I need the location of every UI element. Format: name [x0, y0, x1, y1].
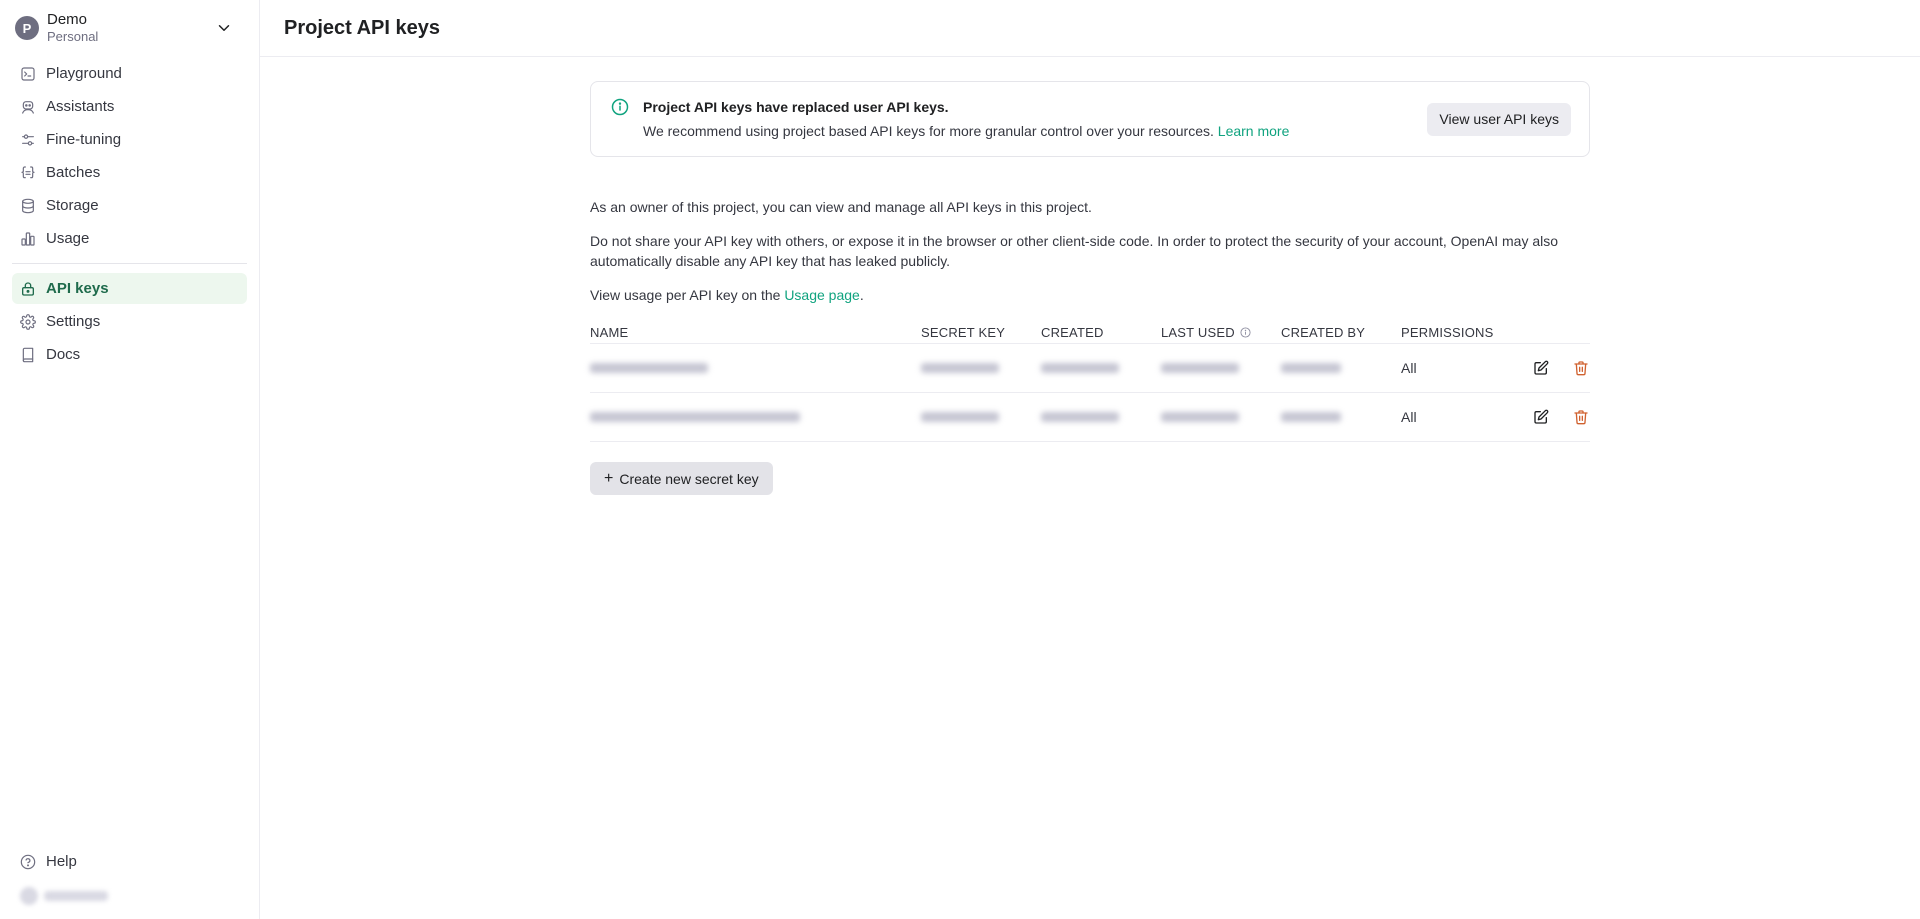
api-keys-table: NAME SECRET KEY CREATED LAST USED CREATE…	[590, 322, 1590, 442]
banner-body-text: We recommend using project based API key…	[643, 123, 1214, 139]
sidebar-item-label: Batches	[46, 164, 101, 181]
edit-icon[interactable]	[1532, 359, 1550, 377]
usage-info-text: View usage per API key on the Usage page…	[590, 285, 1590, 305]
sidebar-item-fine-tuning[interactable]: Fine-tuning	[12, 124, 247, 155]
sidebar-item-label: Fine-tuning	[46, 131, 122, 148]
chevron-down-icon[interactable]	[215, 19, 233, 37]
user-name-redacted	[44, 891, 108, 901]
user-profile[interactable]	[20, 885, 247, 907]
row-actions	[1506, 359, 1590, 377]
org-text: Demo Personal	[47, 11, 215, 45]
sidebar-item-label: Docs	[46, 346, 81, 363]
edit-icon[interactable]	[1532, 408, 1550, 426]
sidebar-item-playground[interactable]: Playground	[12, 58, 247, 89]
trash-icon[interactable]	[1572, 359, 1590, 377]
usage-page-link[interactable]: Usage page	[784, 287, 860, 303]
col-header-last-used: LAST USED	[1161, 325, 1281, 340]
view-user-api-keys-button[interactable]: View user API keys	[1427, 102, 1571, 136]
table-row: All	[590, 344, 1590, 393]
robot-icon	[20, 99, 36, 115]
content-area: Project API keys have replaced user API …	[590, 57, 1590, 495]
sidebar-item-storage[interactable]: Storage	[12, 190, 247, 221]
sidebar-item-label: Usage	[46, 230, 90, 247]
org-name: Demo	[47, 11, 88, 28]
sidebar-item-label: API keys	[46, 280, 109, 297]
bar-chart-icon	[20, 231, 36, 247]
sidebar-item-batches[interactable]: Batches	[12, 157, 247, 188]
terminal-icon	[20, 66, 36, 82]
info-icon	[611, 98, 629, 116]
trash-icon[interactable]	[1572, 408, 1590, 426]
security-warning-text: Do not share your API key with others, o…	[590, 233, 1559, 269]
sidebar-bottom: Help	[12, 846, 247, 919]
key-name-redacted	[590, 409, 921, 425]
book-icon	[20, 347, 36, 363]
banner-text: Project API keys have replaced user API …	[643, 99, 1427, 139]
sidebar-nav: Playground Assistants Fine-tuning Batche…	[0, 58, 259, 254]
last-used-redacted	[1161, 412, 1281, 422]
sidebar-item-label: Help	[46, 853, 77, 870]
row-actions	[1506, 408, 1590, 426]
created-date-redacted	[1041, 360, 1161, 376]
sidebar-item-settings[interactable]: Settings	[12, 306, 247, 337]
banner-title: Project API keys have replaced user API …	[643, 99, 949, 115]
plus-icon: +	[604, 469, 614, 487]
org-plan: Personal	[47, 29, 99, 44]
col-header-created: CREATED	[1041, 325, 1104, 340]
main-content: Project API keys Project API keys have r…	[260, 0, 1920, 919]
secret-key-redacted	[921, 409, 1041, 425]
sidebar-item-usage[interactable]: Usage	[12, 223, 247, 254]
braces-icon	[20, 165, 36, 181]
help-circle-icon	[20, 854, 36, 870]
table-header: NAME SECRET KEY CREATED LAST USED CREATE…	[590, 322, 1590, 344]
sidebar-item-label: Playground	[46, 65, 122, 82]
col-header-created-by: CREATED BY	[1281, 325, 1366, 340]
avatar	[20, 887, 38, 905]
last-used-redacted	[1161, 363, 1281, 373]
sidebar-item-help[interactable]: Help	[12, 846, 247, 877]
database-icon	[20, 198, 36, 214]
create-new-secret-key-button[interactable]: + Create new secret key	[590, 462, 773, 495]
permissions-cell: All	[1401, 360, 1417, 376]
top-bar: Project API keys	[260, 0, 1920, 57]
sidebar-nav-secondary: API keys Settings Docs	[0, 273, 259, 370]
page-title: Project API keys	[284, 16, 441, 39]
app-root: P Demo Personal Playground Assistants Fi…	[0, 0, 1920, 919]
key-name-redacted	[590, 360, 921, 376]
created-by-redacted	[1281, 360, 1401, 376]
created-by-redacted	[1281, 409, 1401, 425]
info-icon[interactable]	[1240, 327, 1251, 338]
org-avatar: P	[15, 16, 39, 40]
nav-divider	[12, 263, 247, 264]
secret-key-redacted	[921, 360, 1041, 376]
create-button-label: Create new secret key	[619, 470, 759, 487]
sidebar-item-api-keys[interactable]: API keys	[12, 273, 247, 304]
learn-more-link[interactable]: Learn more	[1218, 123, 1290, 139]
sidebar: P Demo Personal Playground Assistants Fi…	[0, 0, 260, 919]
sliders-icon	[20, 132, 36, 148]
gear-icon	[20, 313, 36, 330]
info-banner: Project API keys have replaced user API …	[590, 81, 1590, 157]
sidebar-item-assistants[interactable]: Assistants	[12, 91, 247, 122]
permissions-cell: All	[1401, 409, 1417, 425]
lock-icon	[20, 281, 36, 297]
col-header-last-used-label: LAST USED	[1161, 325, 1235, 340]
table-row: All	[590, 393, 1590, 442]
col-header-name: NAME	[590, 325, 629, 340]
col-header-permissions: PERMISSIONS	[1401, 325, 1494, 340]
sidebar-item-label: Storage	[46, 197, 99, 214]
usage-info-prefix: View usage per API key on the	[590, 287, 781, 303]
usage-info-suffix: .	[859, 287, 864, 303]
org-switcher[interactable]: P Demo Personal	[0, 0, 259, 56]
sidebar-item-label: Assistants	[46, 98, 115, 115]
sidebar-item-label: Settings	[46, 313, 101, 330]
owner-info-text: As an owner of this project, you can vie…	[590, 199, 1092, 215]
banner-body: We recommend using project based API key…	[643, 123, 1427, 139]
col-header-secret-key: SECRET KEY	[921, 325, 1006, 340]
sidebar-item-docs[interactable]: Docs	[12, 339, 247, 370]
created-date-redacted	[1041, 409, 1161, 425]
